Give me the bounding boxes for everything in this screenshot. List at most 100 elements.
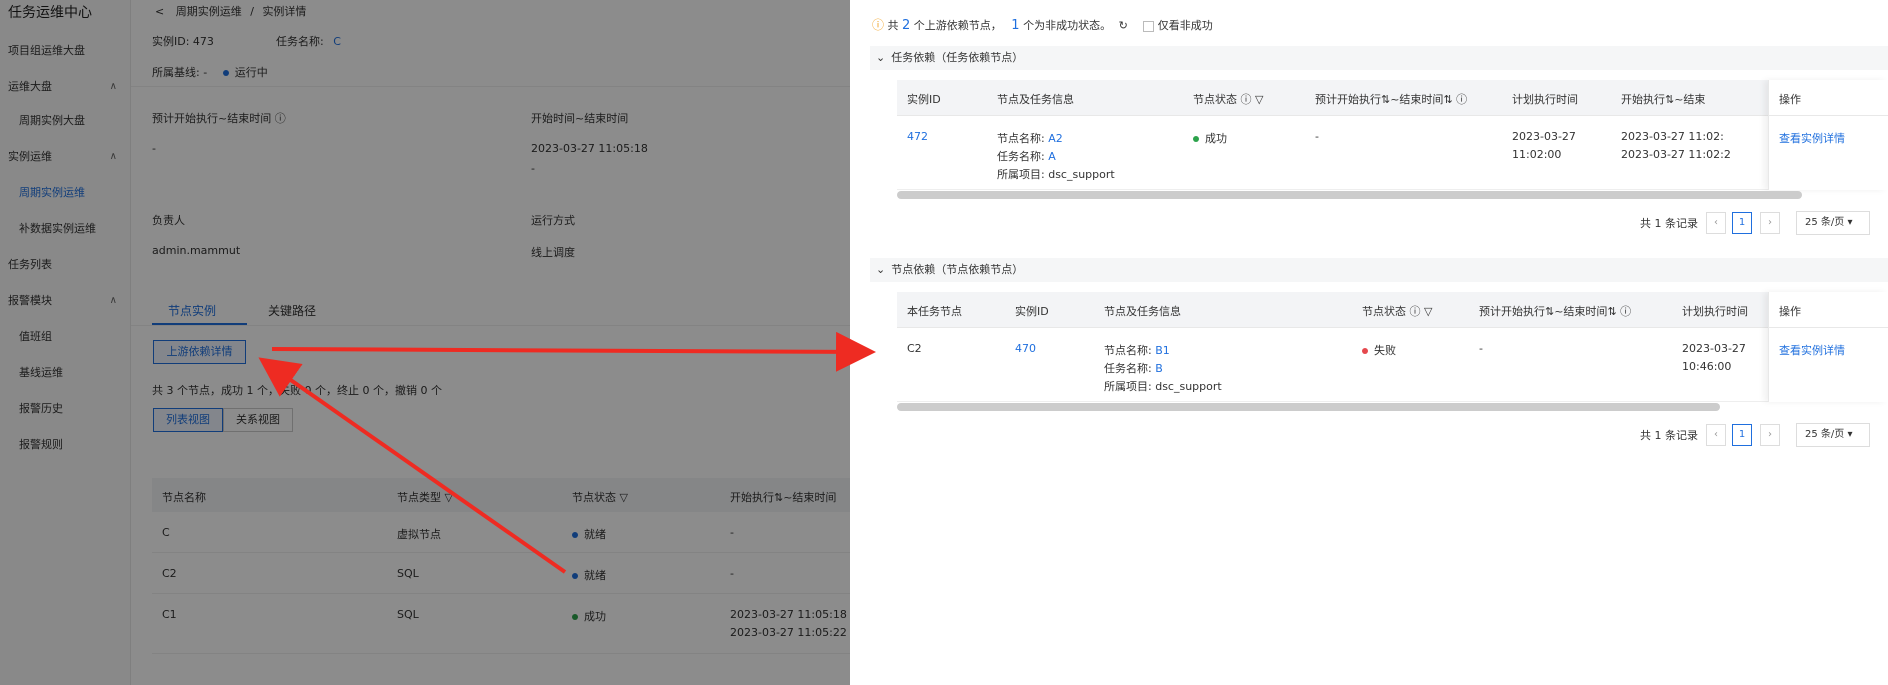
task-label: 任务名称: <box>997 150 1045 163</box>
task-dep-action-column: 操作 查看实例详情 <box>1768 80 1888 190</box>
node-label: 节点名称: <box>1104 344 1152 357</box>
col-action: 操作 <box>1779 93 1801 106</box>
horizontal-scrollbar[interactable] <box>897 403 1720 411</box>
sort-icon[interactable]: ⇅ <box>1607 305 1616 318</box>
col-expected-end-text: ~结束时间 <box>1554 305 1608 318</box>
filter-icon[interactable]: ▽ <box>1255 93 1263 106</box>
next-page-button[interactable]: › <box>1760 424 1780 446</box>
table-row[interactable]: 472 节点名称: A2 任务名称: A 所属项目: dsc_support 成… <box>897 116 1888 190</box>
background-page: 任务运维中心 项目组运维大盘 运维大盘 ∧ 周期实例大盘 实例运维 ∧ 周期实例运维… <box>0 0 850 685</box>
project-label: 所属项目: <box>1104 380 1152 393</box>
view-instance-detail-link[interactable]: 查看实例详情 <box>1779 130 1845 146</box>
total-records: 共 1 条记录 <box>1640 429 1698 442</box>
page-size-value: 25 条/页 <box>1805 429 1845 440</box>
page-number[interactable]: 1 <box>1732 424 1752 446</box>
prev-page-button[interactable]: ‹ <box>1706 212 1726 234</box>
help-icon: ⓘ <box>1620 305 1632 318</box>
node-dep-title: 节点依赖（节点依赖节点） <box>891 263 1024 276</box>
task-label: 任务名称: <box>1104 362 1152 375</box>
row-project: 所属项目: dsc_support <box>1104 378 1222 394</box>
only-fail-checkbox[interactable] <box>1143 20 1155 32</box>
help-icon: ⓘ <box>1240 93 1252 106</box>
node-dep-action-column: 操作 查看实例详情 <box>1768 292 1888 402</box>
page-size-select[interactable]: 25 条/页 ▾ <box>1796 423 1870 447</box>
table-row[interactable]: C2 470 节点名称: B1 任务名称: B 所属项目: dsc_suppor… <box>897 328 1888 402</box>
col-node-task-info: 节点及任务信息 <box>997 93 1074 106</box>
status-text: 失败 <box>1374 344 1396 357</box>
project-value: dsc_support <box>1155 380 1222 393</box>
next-page-button[interactable]: › <box>1760 212 1780 234</box>
prev-page-button[interactable]: ‹ <box>1706 424 1726 446</box>
col-end-text: ~结束 <box>1674 93 1706 106</box>
task-dep-title: 任务依赖（任务依赖节点） <box>891 51 1024 64</box>
view-instance-detail-link[interactable]: 查看实例详情 <box>1779 342 1845 358</box>
col-own-node: 本任务节点 <box>907 305 962 318</box>
col-node-status[interactable]: 节点状态 ⓘ ▽ <box>1193 91 1263 107</box>
upstream-drawer: ⓘ 共 2 个上游依赖节点， 1 个为非成功状态。 ↻ 仅看非成功 ⌄ 任务依赖（… <box>850 0 1888 685</box>
refresh-icon[interactable]: ↻ <box>1119 19 1128 32</box>
row-expected: - <box>1479 342 1483 355</box>
node-dep-section-header[interactable]: ⌄ 节点依赖（节点依赖节点） <box>870 258 1888 282</box>
row-expected: - <box>1315 130 1319 143</box>
sort-icon[interactable]: ⇅ <box>1381 93 1390 106</box>
task-link[interactable]: A <box>1048 150 1056 163</box>
project-label: 所属项目: <box>997 168 1045 181</box>
row-plan-date: 2023-03-27 <box>1682 342 1746 355</box>
col-plan-time: 计划执行时间 <box>1512 93 1578 106</box>
col-instance-id: 实例ID <box>907 93 941 106</box>
horizontal-scrollbar[interactable] <box>897 191 1802 199</box>
row-node-name: 节点名称: A2 <box>997 130 1063 146</box>
chevron-down-icon[interactable]: ⌄ <box>876 51 885 64</box>
col-expected[interactable]: 预计开始执行⇅~结束时间⇅ ⓘ <box>1315 91 1467 107</box>
status-text: 成功 <box>1205 132 1227 145</box>
filter-icon[interactable]: ▽ <box>1424 305 1432 318</box>
task-link[interactable]: B <box>1155 362 1163 375</box>
total-records: 共 1 条记录 <box>1640 217 1698 230</box>
header-divider <box>1769 115 1888 116</box>
chevron-down-icon: ▾ <box>1847 217 1853 228</box>
modal-overlay[interactable] <box>0 0 850 685</box>
header-divider <box>1769 327 1888 328</box>
row-start: 2023-03-27 11:02: <box>1621 130 1724 143</box>
only-fail-label[interactable]: 仅看非成功 <box>1158 19 1213 32</box>
page-number[interactable]: 1 <box>1732 212 1752 234</box>
chevron-down-icon[interactable]: ⌄ <box>876 263 885 276</box>
col-instance-id: 实例ID <box>1015 305 1049 318</box>
page-size-value: 25 条/页 <box>1805 217 1845 228</box>
task-dep-section-header[interactable]: ⌄ 任务依赖（任务依赖节点） <box>870 46 1888 70</box>
col-node-status-text: 节点状态 <box>1193 93 1237 106</box>
col-node-task-info: 节点及任务信息 <box>1104 305 1181 318</box>
row-end: 2023-03-27 11:02:2 <box>1621 148 1731 161</box>
row-plan-time: 10:46:00 <box>1682 360 1732 373</box>
row-instance-id-link[interactable]: 472 <box>907 130 928 143</box>
col-action: 操作 <box>1779 305 1801 318</box>
sort-icon[interactable]: ⇅ <box>1665 93 1674 106</box>
col-node-status-text: 节点状态 <box>1362 305 1406 318</box>
col-expected[interactable]: 预计开始执行⇅~结束时间⇅ ⓘ <box>1479 303 1631 319</box>
node-link[interactable]: A2 <box>1048 132 1063 145</box>
col-node-status[interactable]: 节点状态 ⓘ ▽ <box>1362 303 1432 319</box>
summary-mid: 个上游依赖节点， <box>913 19 1002 32</box>
fail-count: 1 <box>1011 18 1020 33</box>
node-link[interactable]: B1 <box>1155 344 1170 357</box>
sort-icon[interactable]: ⇅ <box>1443 93 1452 106</box>
row-plan-date: 2023-03-27 <box>1512 130 1576 143</box>
page-root: 任务运维中心 项目组运维大盘 运维大盘 ∧ 周期实例大盘 实例运维 ∧ 周期实例运维… <box>0 0 1888 685</box>
row-instance-id-link[interactable]: 470 <box>1015 342 1036 355</box>
node-label: 节点名称: <box>997 132 1045 145</box>
col-expected-text: 预计开始执行 <box>1479 305 1545 318</box>
page-size-select[interactable]: 25 条/页 ▾ <box>1796 211 1870 235</box>
row-node-name: 节点名称: B1 <box>1104 342 1170 358</box>
row-status: 成功 <box>1193 130 1227 146</box>
upstream-summary: ⓘ 共 2 个上游依赖节点， 1 个为非成功状态。 ↻ 仅看非成功 <box>872 16 1213 33</box>
col-expected-text: 预计开始执行 <box>1315 93 1381 106</box>
help-icon: ⓘ <box>1456 93 1468 106</box>
col-plan-time: 计划执行时间 <box>1682 305 1748 318</box>
task-dep-table-header: 实例ID 节点及任务信息 节点状态 ⓘ ▽ 预计开始执行⇅~结束时间⇅ ⓘ 计划… <box>897 80 1888 116</box>
sort-icon[interactable]: ⇅ <box>1545 305 1554 318</box>
row-task-name: 任务名称: B <box>1104 360 1163 376</box>
chevron-down-icon: ▾ <box>1847 429 1853 440</box>
col-start[interactable]: 开始执行⇅~结束 <box>1621 91 1705 107</box>
project-value: dsc_support <box>1048 168 1115 181</box>
row-plan-time: 11:02:00 <box>1512 148 1562 161</box>
